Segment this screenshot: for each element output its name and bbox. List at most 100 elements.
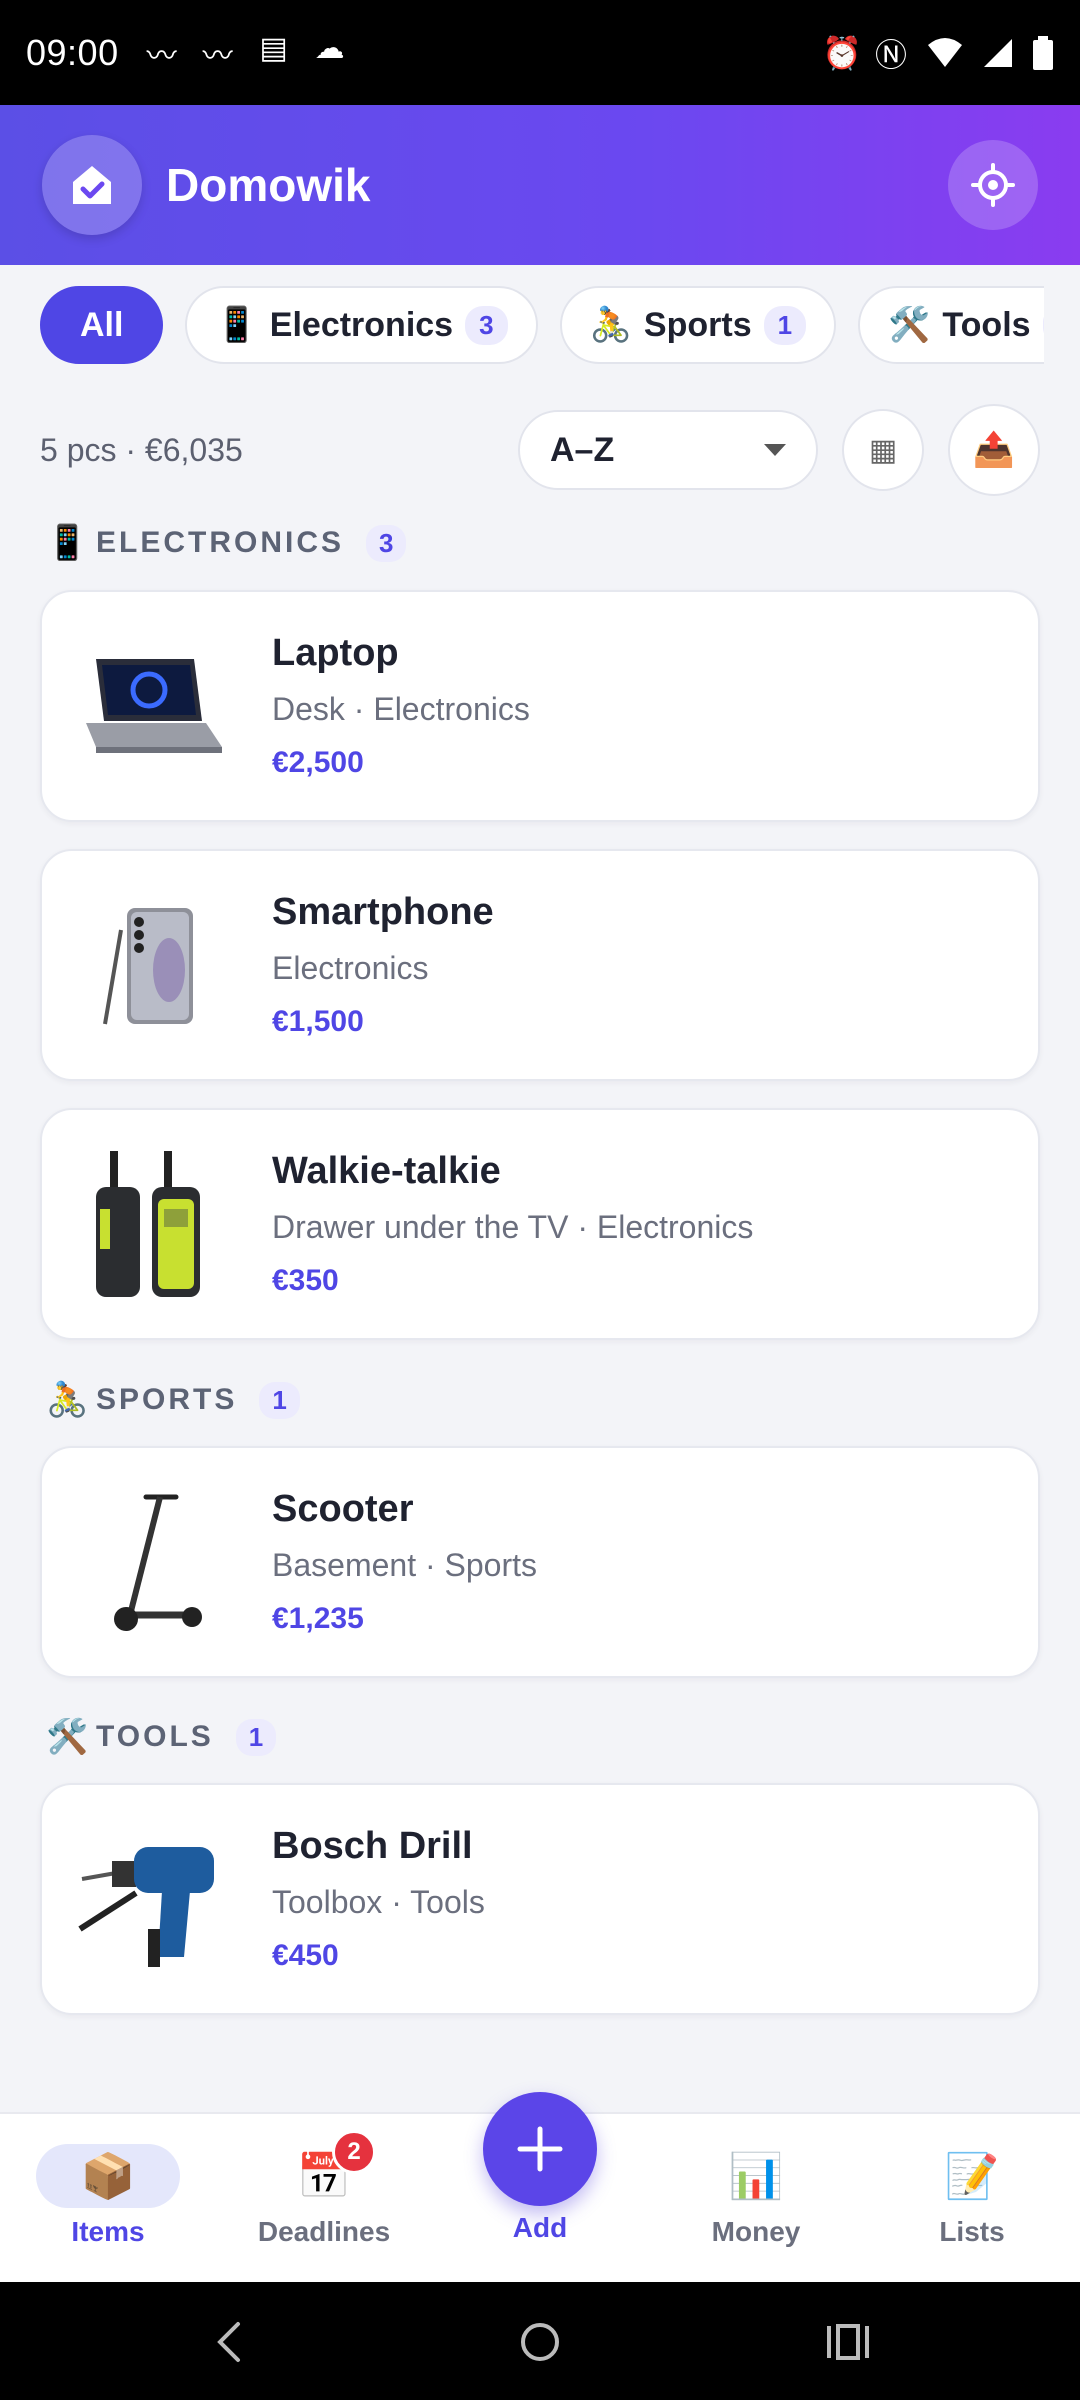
export-button[interactable]: 📤: [948, 404, 1040, 496]
smartphone-image: [76, 890, 226, 1040]
grid-icon: ▦: [868, 433, 898, 467]
app-notification-icon: 〰: [146, 39, 177, 73]
section-header-electronics: 📱 ELECTRONICS 3: [46, 518, 407, 568]
item-name: Smartphone: [272, 891, 494, 933]
chip-all[interactable]: All: [40, 286, 164, 364]
item-name: Bosch Drill: [272, 1825, 473, 1867]
back-icon[interactable]: [214, 2320, 244, 2364]
system-navigation-bar: [0, 2282, 1080, 2400]
category-chips: All 📱 Electronics 3 🚴 Sports 1 🛠️ Tools: [40, 286, 1044, 364]
export-icon: 📤: [972, 431, 1016, 469]
chip-sports[interactable]: 🚴 Sports 1: [559, 286, 837, 364]
chip-tools[interactable]: 🛠️ Tools: [858, 286, 1044, 364]
item-card[interactable]: Smartphone Electronics €1,500: [40, 849, 1040, 1081]
chip-label: Tools: [942, 305, 1031, 344]
notification-badge: 2: [332, 2130, 376, 2174]
item-card[interactable]: Scooter Basement · Sports €1,235: [40, 1446, 1040, 1678]
tools-icon: 🛠️: [46, 1718, 89, 1756]
home-check-icon: [73, 166, 111, 204]
cloud-icon: ☁: [314, 31, 345, 65]
memo-icon: 📝: [900, 2144, 1044, 2208]
chevron-down-icon: [764, 444, 786, 456]
item-card[interactable]: Bosch Drill Toolbox · Tools €450: [40, 1783, 1040, 2015]
item-location: Toolbox · Tools: [272, 1884, 485, 1920]
item-card[interactable]: Laptop Desk · Electronics €2,500: [40, 590, 1040, 822]
nav-items[interactable]: 📦 Items: [28, 2144, 188, 2248]
add-button[interactable]: [483, 2092, 597, 2206]
wifi-icon: [928, 37, 962, 67]
cyclist-icon: 🚴: [46, 1381, 89, 1419]
nfc-icon: Ⓝ: [874, 36, 907, 73]
grid-view-button[interactable]: ▦: [842, 409, 924, 491]
section-label: ELECTRONICS: [96, 526, 345, 559]
add-label: Add: [512, 2212, 568, 2243]
bar-chart-icon: 📊: [684, 2144, 828, 2208]
walkie-talkie-image: [76, 1149, 226, 1299]
home-logo-button[interactable]: [42, 135, 142, 235]
package-emoji: 📦: [80, 2152, 136, 2201]
laptop-image: [76, 631, 226, 781]
app-notification-icon: 〰: [202, 39, 233, 73]
summary-row: 5 pcs · €6,035 A–Z ▦ 📤: [40, 404, 1040, 496]
section-count: 1: [259, 1381, 300, 1419]
recents-icon[interactable]: [826, 2322, 870, 2362]
item-price: €450: [272, 1939, 339, 1972]
section-count: 3: [366, 524, 407, 562]
nav-money[interactable]: 📊 Money: [676, 2144, 836, 2248]
nav-deadlines[interactable]: 📅 2 Deadlines: [244, 2130, 404, 2248]
settings-button[interactable]: [948, 140, 1038, 230]
item-name: Scooter: [272, 1488, 414, 1530]
chart-emoji: 📊: [728, 2152, 784, 2201]
item-price: €1,235: [272, 1602, 364, 1635]
home-icon[interactable]: [519, 2321, 561, 2363]
smartphone-icon: 📱: [46, 524, 89, 562]
summary-text: 5 pcs · €6,035: [40, 431, 243, 468]
item-name: Walkie-talkie: [272, 1150, 501, 1192]
status-bar: 09:00 〰 〰 ▤ ☁ ⏰ Ⓝ: [0, 0, 1080, 105]
chip-count: 3: [465, 305, 508, 345]
system-icons: ⏰ Ⓝ: [822, 30, 1054, 76]
chip-count: [1042, 307, 1044, 343]
calendar-icon: ▤: [259, 31, 288, 65]
nav-label: Deadlines: [257, 2216, 391, 2247]
chip-count: 1: [763, 305, 807, 345]
item-location: Drawer under the TV · Electronics: [272, 1209, 754, 1245]
chip-label: All: [80, 305, 124, 344]
section-label: SPORTS: [96, 1383, 238, 1416]
clock: 09:00: [26, 31, 119, 73]
item-price: €1,500: [272, 1005, 364, 1038]
cell-signal-icon: [984, 38, 1012, 67]
item-name: Laptop: [272, 632, 399, 674]
drill-image: [76, 1824, 226, 1974]
item-price: €350: [272, 1264, 339, 1297]
section-header-sports: 🚴 SPORTS 1: [46, 1375, 300, 1425]
alarm-icon: ⏰: [822, 34, 862, 71]
item-location: Basement · Sports: [272, 1547, 537, 1583]
chip-label: Electronics: [269, 305, 454, 344]
chip-label: Sports: [643, 305, 752, 344]
chip-electronics[interactable]: 📱 Electronics 3: [185, 286, 538, 364]
section-count: 1: [235, 1718, 277, 1756]
section-label: TOOLS: [96, 1720, 214, 1753]
battery-icon: [1033, 35, 1053, 70]
tools-icon: 🛠️: [888, 306, 931, 344]
item-location: Electronics: [272, 950, 429, 986]
memo-emoji: 📝: [944, 2152, 1000, 2201]
nav-lists[interactable]: 📝 Lists: [892, 2144, 1052, 2248]
nav-label: Lists: [939, 2216, 1005, 2247]
sort-select[interactable]: A–Z: [518, 410, 818, 490]
scooter-image: [76, 1487, 226, 1637]
item-location: Desk · Electronics: [272, 691, 530, 727]
plus-icon: [517, 2126, 563, 2172]
section-header-tools: 🛠️ TOOLS 1: [46, 1712, 277, 1762]
nav-label: Items: [71, 2216, 145, 2247]
app-title: Domowik: [166, 159, 371, 211]
item-card[interactable]: Walkie-talkie Drawer under the TV · Elec…: [40, 1108, 1040, 1340]
app-header: Domowik: [0, 105, 1080, 265]
settings-icon: [971, 163, 1015, 207]
calendar-icon: 📅 2: [252, 2130, 396, 2208]
cyclist-icon: 🚴: [589, 306, 632, 344]
sort-value: A–Z: [550, 430, 615, 469]
notification-icons: 〰 〰 ▤ ☁: [145, 31, 347, 75]
package-icon: 📦: [36, 2144, 180, 2208]
